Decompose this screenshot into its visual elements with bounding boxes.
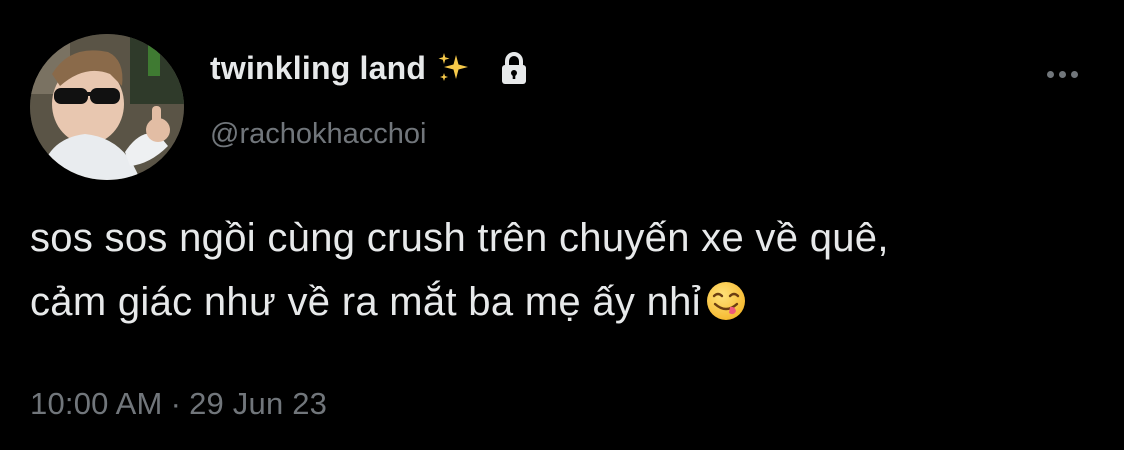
author-handle[interactable]: @rachokhacchoi (210, 118, 426, 151)
more-options-icon (1046, 70, 1054, 78)
avatar-photo (30, 34, 184, 180)
display-name[interactable]: twinkling land (210, 50, 426, 87)
sparkles-icon (436, 51, 470, 85)
tweet-date: 29 Jun 23 (189, 386, 328, 421)
face-savoring-food-icon (705, 277, 747, 320)
tweet-text-line-2: cảm giác như về ra mắt ba mẹ ấy nhỉ (30, 270, 1100, 334)
tweet-time: 10:00 AM (30, 386, 163, 421)
more-options-button[interactable] (1038, 60, 1086, 88)
tweet-text-line-2-text: cảm giác như về ra mắt ba mẹ ấy nhỉ (30, 280, 701, 324)
avatar[interactable] (30, 34, 184, 180)
more-options-icon-dot (1070, 70, 1078, 78)
tweet-text-line-1: sos sos ngồi cùng crush trên chuyến xe v… (30, 216, 889, 260)
more-options-icon-dot (1058, 70, 1066, 78)
tweet-timestamp[interactable]: 10:00 AM · 29 Jun 23 (30, 386, 327, 422)
lock-icon (496, 50, 532, 86)
tweet-text: sos sos ngồi cùng crush trên chuyến xe v… (30, 206, 1100, 334)
timestamp-separator: · (170, 386, 182, 421)
author-name-row: twinkling land (210, 45, 532, 91)
